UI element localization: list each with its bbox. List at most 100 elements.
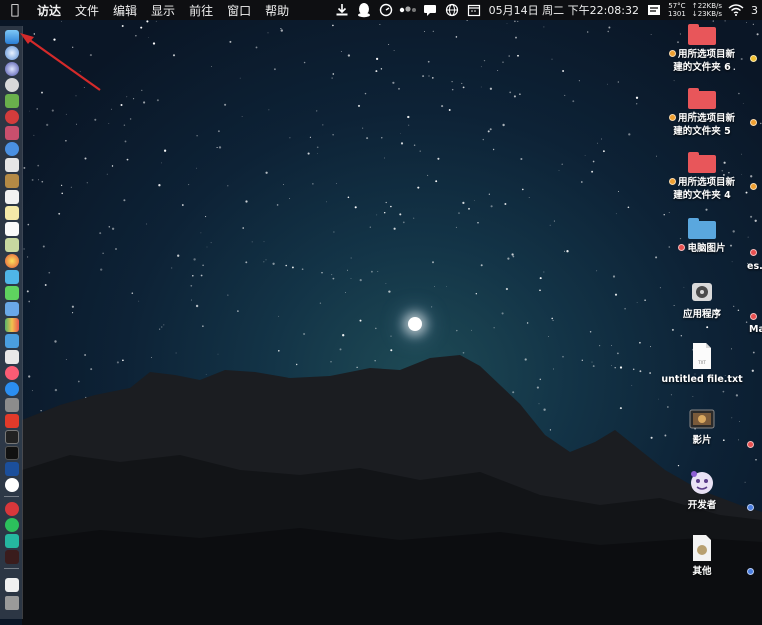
movie-icon	[689, 409, 715, 429]
system-preferences-icon[interactable]	[5, 398, 19, 412]
edge-orange-tag-icon	[750, 119, 757, 126]
safari-icon[interactable]	[5, 78, 19, 92]
desktop-movies[interactable]: 影片	[660, 408, 744, 447]
app-darkblue-icon[interactable]	[5, 462, 19, 476]
developer-label: 开发者	[687, 500, 717, 511]
svg-text:TXT: TXT	[697, 360, 706, 365]
edge-label-est[interactable]: es.t	[747, 261, 762, 272]
folder-5-label: 用所选项目新	[660, 112, 744, 125]
desktop-untitled-file[interactable]: TXT untitled file.txt	[660, 342, 744, 386]
folder-6-label: 用所选项目新	[660, 48, 744, 61]
menu-window[interactable]: 窗口	[220, 2, 258, 19]
menu-edit[interactable]: 编辑	[106, 2, 144, 19]
menu-help[interactable]: 帮助	[258, 2, 296, 19]
menu-go[interactable]: 前往	[182, 2, 220, 19]
dots-menu-icon[interactable]	[397, 0, 419, 20]
edge-orange-tag-icon	[750, 183, 757, 190]
edge-blue-tag-icon	[747, 568, 754, 575]
numbers-icon[interactable]	[5, 318, 19, 332]
edge-label-ma[interactable]: Ma	[749, 324, 762, 335]
edge-red-tag-icon	[747, 441, 754, 448]
app-pink-icon[interactable]	[5, 126, 19, 140]
siri-icon[interactable]	[5, 46, 19, 60]
disk-icon	[692, 283, 712, 301]
orange-tag-icon	[668, 50, 676, 57]
app-blue-icon[interactable]	[5, 142, 19, 156]
app-red-icon[interactable]	[5, 110, 19, 124]
folder-icon	[688, 152, 716, 173]
red-tag-icon	[678, 244, 686, 251]
document-icon[interactable]	[5, 222, 19, 236]
preview-icon[interactable]	[5, 238, 19, 252]
photos-icon[interactable]	[5, 254, 19, 268]
fan-speed: 1301	[668, 10, 686, 18]
download-icon[interactable]	[331, 0, 353, 20]
music-icon[interactable]	[5, 366, 19, 380]
clock-dial-icon[interactable]	[375, 0, 397, 20]
desktop-developer[interactable]: 开发者	[660, 468, 744, 512]
desktop-folder-4[interactable]: 用所选项目新 建的文件夹 4	[660, 152, 744, 202]
desktop-folder-pictures[interactable]: 电脑图片	[660, 218, 744, 255]
wechat-icon[interactable]	[5, 518, 19, 532]
edge-red-tag-icon	[750, 249, 757, 256]
folder-icon	[688, 218, 716, 239]
edge-yellow-tag-icon	[750, 55, 757, 62]
menu-app-finder[interactable]: 访达	[30, 2, 68, 19]
stickies-icon[interactable]	[5, 206, 19, 220]
keynote-icon[interactable]	[5, 334, 19, 348]
app-darkred-icon[interactable]	[5, 550, 19, 564]
sensor-readout[interactable]: 57°C 1301	[665, 2, 689, 18]
desktop-folder-6[interactable]: 用所选项目新 建的文件夹 6	[660, 24, 744, 74]
trash-icon[interactable]	[5, 596, 19, 610]
other-label: 其他	[692, 566, 712, 577]
other-file-icon	[693, 535, 711, 561]
edge-blue-tag-icon	[747, 504, 754, 511]
desktop-folder-5[interactable]: 用所选项目新 建的文件夹 5	[660, 88, 744, 138]
desktop-other[interactable]: 其他	[660, 534, 744, 578]
folder-5-label-line2: 建的文件夹 5	[673, 126, 731, 137]
menu-view[interactable]: 显示	[144, 2, 182, 19]
wifi-icon[interactable]	[725, 0, 747, 20]
notification-icon[interactable]	[419, 0, 441, 20]
apple-menu-icon[interactable]: 	[0, 2, 30, 18]
mountain-silhouette	[22, 355, 762, 625]
globe-icon[interactable]	[441, 0, 463, 20]
network-speed[interactable]: ↑22KB/s ↓23KB/s	[689, 2, 725, 18]
status-area: 05月14日 周二 下午22:08:32 57°C 1301 ↑22KB/s ↓…	[331, 0, 762, 20]
qq-icon[interactable]	[353, 0, 375, 20]
yandex-icon[interactable]	[5, 478, 19, 492]
calendar-app-icon[interactable]	[5, 190, 19, 204]
finder-icon[interactable]	[5, 30, 19, 44]
folder-icon	[688, 88, 716, 109]
folder-4-label: 用所选项目新	[660, 176, 744, 189]
app-gray-icon[interactable]	[5, 350, 19, 364]
desktop-applications[interactable]: 应用程序	[660, 280, 744, 321]
notes-icon[interactable]	[5, 174, 19, 188]
messages-icon[interactable]	[5, 270, 19, 284]
app-lightblue-icon[interactable]	[5, 302, 19, 316]
console-icon[interactable]	[5, 446, 19, 460]
facetime-icon[interactable]	[5, 286, 19, 300]
android-icon[interactable]	[5, 94, 19, 108]
launchpad-icon[interactable]	[5, 62, 19, 76]
folder-4-label-line2: 建的文件夹 4	[673, 190, 731, 201]
terminal-icon[interactable]	[5, 430, 19, 444]
menu-bar:  访达 文件 编辑 显示 前往 窗口 帮助 05月14日 周二 下午22:08…	[0, 0, 762, 20]
movies-label: 影片	[692, 435, 712, 446]
downloads-stack-icon[interactable]	[5, 578, 19, 592]
menu-file[interactable]: 文件	[68, 2, 106, 19]
download-speed: ↓23KB/s	[691, 10, 722, 18]
battery-percent-partial[interactable]: 3	[747, 4, 762, 17]
app-store-icon[interactable]	[5, 382, 19, 396]
dock	[0, 26, 23, 619]
vivaldi-icon[interactable]	[5, 414, 19, 428]
app-white-icon[interactable]	[5, 158, 19, 172]
date-time[interactable]: 05月14日 周二 下午22:08:32	[485, 2, 643, 18]
display-mirror-icon[interactable]	[643, 0, 665, 20]
app-teal-icon[interactable]	[5, 534, 19, 548]
netease-music-icon[interactable]	[5, 502, 19, 516]
calendar-icon[interactable]	[463, 0, 485, 20]
pictures-label: 电脑图片	[660, 242, 744, 255]
temperature: 57°C	[668, 2, 686, 10]
applications-label: 应用程序	[682, 309, 721, 320]
